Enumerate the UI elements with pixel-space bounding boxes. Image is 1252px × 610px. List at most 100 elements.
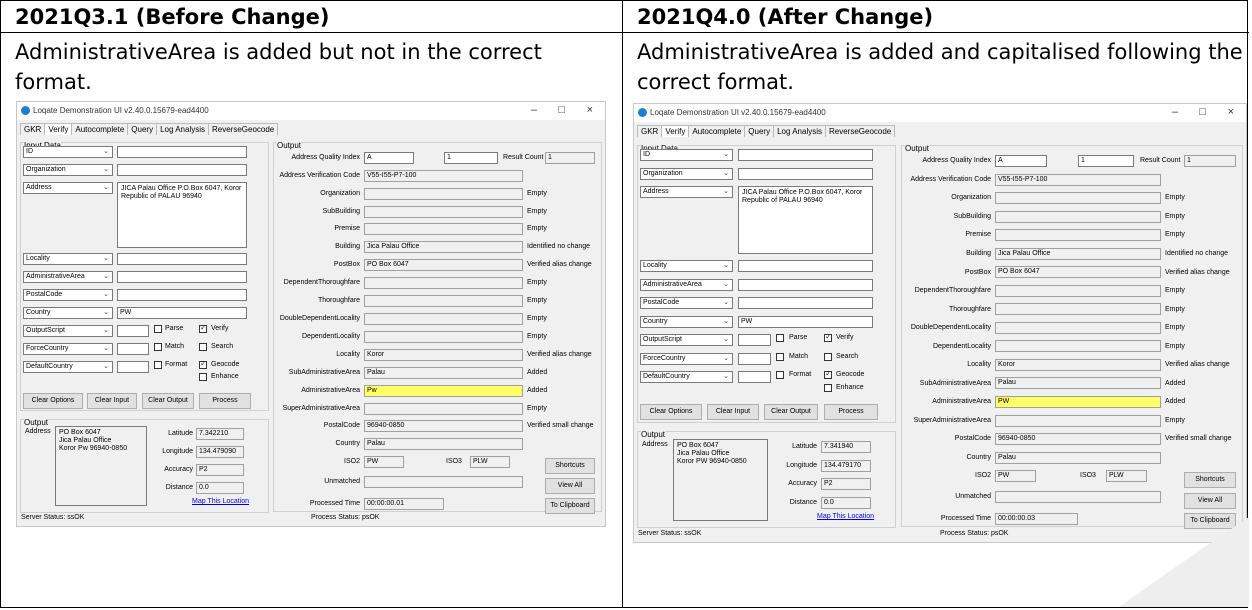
process-button[interactable]: Process xyxy=(824,404,878,420)
checkbox-enhance[interactable] xyxy=(824,384,832,392)
option-value-input[interactable] xyxy=(117,325,149,337)
field-value-input[interactable] xyxy=(738,260,873,272)
checkbox-verify[interactable] xyxy=(824,332,832,342)
close-icon[interactable]: × xyxy=(1228,106,1234,118)
field-select-address[interactable]: Address ⌄ xyxy=(23,182,113,194)
clear-options-button[interactable]: Clear Options xyxy=(640,404,702,420)
tab-autocomplete[interactable]: Autocomplete xyxy=(71,123,129,135)
field-select-id[interactable]: ID ⌄ xyxy=(23,146,113,158)
field-select-address[interactable]: Address ⌄ xyxy=(640,186,733,198)
tab-autocomplete[interactable]: Autocomplete xyxy=(688,125,746,137)
checkbox-parse[interactable] xyxy=(776,334,784,342)
process-button[interactable]: Process xyxy=(199,393,251,409)
checkbox-enhance[interactable] xyxy=(199,373,207,381)
field-select-administrativearea[interactable]: AdministrativeArea ⌄ xyxy=(640,279,733,291)
after-header: 2021Q4.0 (After Change) xyxy=(623,1,1249,33)
output-value-administrativearea: PW xyxy=(995,396,1161,408)
field-select-country[interactable]: Country ⌄ xyxy=(23,307,113,319)
map-this-location-link[interactable]: Map This Location xyxy=(192,498,249,505)
field-select-organization[interactable]: Organization ⌄ xyxy=(640,168,733,180)
output-label-building: Building xyxy=(966,250,991,257)
field-select-forcecountry[interactable]: ForceCountry ⌄ xyxy=(23,343,113,355)
checkbox-search[interactable] xyxy=(824,353,832,361)
option-value-input[interactable] xyxy=(738,371,771,383)
field-select-country[interactable]: Country ⌄ xyxy=(640,316,733,328)
field-value-input[interactable] xyxy=(738,149,873,161)
tab-log-analysis[interactable]: Log Analysis xyxy=(773,125,826,137)
tab-query[interactable]: Query xyxy=(127,123,158,135)
view-all-button[interactable]: View All xyxy=(1184,493,1236,509)
clear-input-button[interactable]: Clear Input xyxy=(87,393,137,409)
field-select-organization[interactable]: Organization ⌄ xyxy=(23,164,113,176)
checkbox-format[interactable] xyxy=(776,371,784,379)
field-value-input[interactable] xyxy=(738,168,873,180)
field-value-input[interactable] xyxy=(738,279,873,291)
close-icon[interactable]: × xyxy=(587,104,593,116)
view-all-button[interactable]: View All xyxy=(545,478,595,494)
tab-log-analysis[interactable]: Log Analysis xyxy=(156,123,209,135)
field-value-input[interactable] xyxy=(117,271,247,283)
tab-verify[interactable]: Verify xyxy=(44,123,73,135)
tab-gkr[interactable]: GKR xyxy=(20,123,46,135)
result-count-spinner[interactable]: 1 xyxy=(1078,155,1134,167)
output-label-organization: Organization xyxy=(951,194,991,201)
option-value-input[interactable] xyxy=(738,334,771,346)
field-value-input[interactable] xyxy=(117,253,247,265)
checkbox-format[interactable] xyxy=(154,361,162,369)
checkbox-geocode[interactable] xyxy=(199,359,207,369)
checkbox-verify[interactable] xyxy=(199,323,207,333)
field-value-input[interactable]: PW xyxy=(117,307,247,319)
field-select-id[interactable]: ID ⌄ xyxy=(640,149,733,161)
tab-query[interactable]: Query xyxy=(744,125,775,137)
tab-verify[interactable]: Verify xyxy=(661,125,690,137)
field-select-locality[interactable]: Locality ⌄ xyxy=(23,253,113,265)
maximize-icon[interactable]: □ xyxy=(558,104,565,116)
minimize-icon[interactable]: – xyxy=(531,104,537,116)
field-select-forcecountry[interactable]: ForceCountry ⌄ xyxy=(640,353,733,365)
field-select-label: Address xyxy=(26,184,52,191)
field-select-postalcode[interactable]: PostalCode ⌄ xyxy=(640,297,733,309)
option-value-input[interactable] xyxy=(117,361,149,373)
output-value-locality: Koror xyxy=(995,359,1161,371)
checkbox-search[interactable] xyxy=(199,343,207,351)
clear-options-button[interactable]: Clear Options xyxy=(23,393,83,409)
option-value-input[interactable] xyxy=(117,343,149,355)
checkbox-geocode[interactable] xyxy=(824,369,832,379)
address-input[interactable]: JICA Palau Office P.O.Box 6047, Koror Re… xyxy=(738,186,873,254)
field-value-input[interactable] xyxy=(117,146,247,158)
maximize-icon[interactable]: □ xyxy=(1199,106,1206,118)
map-this-location-link[interactable]: Map This Location xyxy=(817,513,874,520)
result-count-spinner[interactable]: 1 xyxy=(444,152,498,164)
checkbox-match[interactable] xyxy=(154,343,162,351)
minimize-icon[interactable]: – xyxy=(1172,106,1178,118)
shortcuts-button[interactable]: Shortcuts xyxy=(1184,472,1236,488)
distance-value: 0.0 xyxy=(196,482,244,494)
field-select-administrativearea[interactable]: AdministrativeArea ⌄ xyxy=(23,271,113,283)
field-select-label: Organization xyxy=(26,166,66,173)
clear-input-button[interactable]: Clear Input xyxy=(707,404,759,420)
shortcuts-button[interactable]: Shortcuts xyxy=(545,458,595,474)
output-lower-title: Output xyxy=(641,430,666,439)
checkbox-parse[interactable] xyxy=(154,325,162,333)
tab-reversegeocode[interactable]: ReverseGeocode xyxy=(825,125,896,137)
tab-gkr[interactable]: GKR xyxy=(637,125,663,137)
field-value-input[interactable] xyxy=(117,164,247,176)
field-select-postalcode[interactable]: PostalCode ⌄ xyxy=(23,289,113,301)
output-status-organization: Empty xyxy=(527,190,547,197)
tab-reversegeocode[interactable]: ReverseGeocode xyxy=(208,123,279,135)
clear-output-button[interactable]: Clear Output xyxy=(142,393,194,409)
clear-output-button[interactable]: Clear Output xyxy=(764,404,818,420)
option-value-input[interactable] xyxy=(738,353,771,365)
field-select-outputscript[interactable]: OutputScript ⌄ xyxy=(640,334,733,346)
field-value-input[interactable] xyxy=(117,289,247,301)
field-value-input[interactable]: PW xyxy=(738,316,873,328)
field-select-defaultcountry[interactable]: DefaultCountry ⌄ xyxy=(23,361,113,373)
field-select-defaultcountry[interactable]: DefaultCountry ⌄ xyxy=(640,371,733,383)
address-input[interactable]: JICA Palau Office P.O.Box 6047, Koror Re… xyxy=(117,182,247,248)
field-select-locality[interactable]: Locality ⌄ xyxy=(640,260,733,272)
field-value-input[interactable] xyxy=(738,297,873,309)
checkbox-label-format: Format xyxy=(789,371,812,378)
field-select-outputscript[interactable]: OutputScript ⌄ xyxy=(23,325,113,337)
field-select-label: DefaultCountry xyxy=(643,373,690,380)
checkbox-match[interactable] xyxy=(776,353,784,361)
